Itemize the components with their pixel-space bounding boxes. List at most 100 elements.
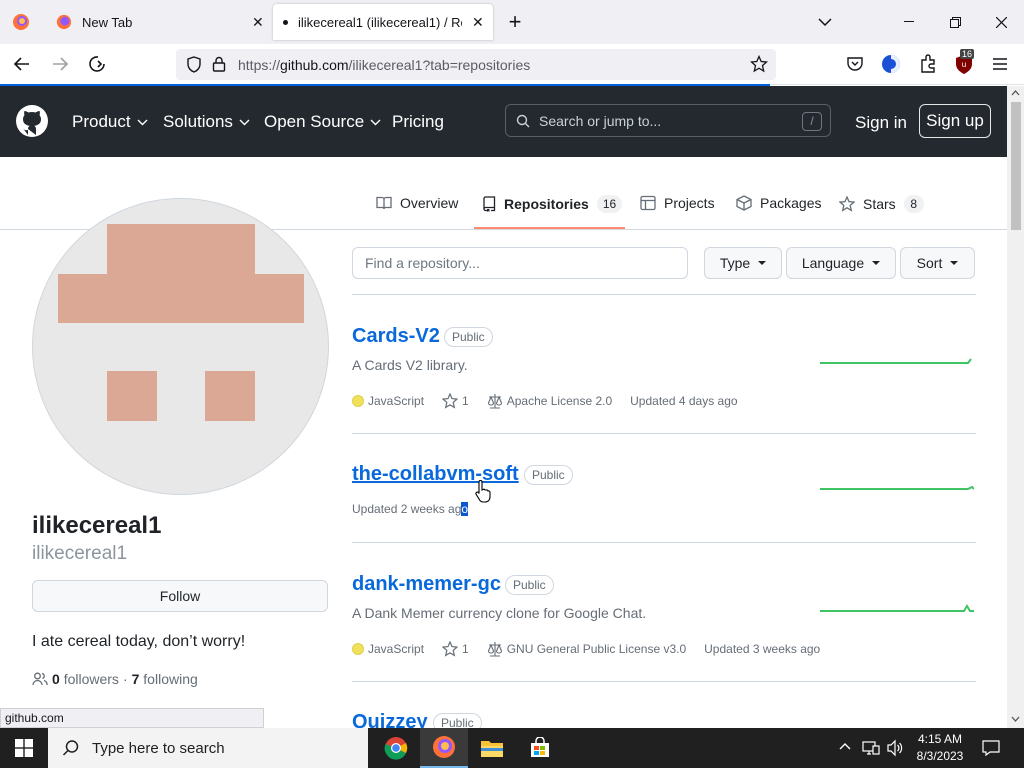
nav-solutions[interactable]: Solutions bbox=[163, 112, 250, 132]
url-path: /ilikecereal1?tab=repositories bbox=[348, 57, 531, 73]
ublock-extension-button[interactable]: u 16 bbox=[954, 49, 975, 75]
page-scrollbar[interactable] bbox=[1007, 86, 1024, 728]
repo-license: Apache License 2.0 bbox=[487, 393, 612, 409]
star-icon bbox=[442, 393, 459, 409]
law-scale-icon bbox=[487, 394, 502, 409]
search-icon bbox=[516, 114, 530, 128]
pocket-button[interactable] bbox=[846, 55, 864, 73]
language-filter-button[interactable]: Language bbox=[786, 247, 896, 279]
sign-in-link[interactable]: Sign in bbox=[855, 113, 907, 133]
restore-button[interactable] bbox=[932, 0, 978, 44]
repo-name-link[interactable]: Cards-V2 bbox=[352, 325, 440, 348]
followers-count: 0 bbox=[52, 671, 60, 687]
url-text[interactable]: https://github.com/ilikecereal1?tab=repo… bbox=[238, 57, 530, 73]
repo-stars-link[interactable]: 1 bbox=[442, 641, 469, 657]
repo-updated: Updated 4 days ago bbox=[630, 394, 738, 408]
following-link[interactable]: 7 following bbox=[132, 671, 198, 687]
notification-icon bbox=[982, 740, 1000, 757]
url-bar[interactable]: https://github.com/ilikecereal1?tab=repo… bbox=[176, 49, 776, 80]
start-button[interactable] bbox=[0, 728, 48, 768]
sort-filter-button[interactable]: Sort bbox=[900, 247, 975, 279]
nav-solutions-label: Solutions bbox=[163, 112, 233, 131]
scrollbar-thumb[interactable] bbox=[1011, 102, 1021, 230]
github-search-input[interactable]: Search or jump to... / bbox=[505, 104, 831, 137]
network-status[interactable] bbox=[862, 740, 880, 756]
taskbar-search-placeholder: Type here to search bbox=[92, 739, 225, 757]
tab-packages-label: Packages bbox=[760, 195, 822, 211]
follow-button[interactable]: Follow bbox=[32, 580, 328, 612]
link-status-bar: github.com bbox=[0, 708, 264, 728]
app-menu-button[interactable] bbox=[992, 57, 1008, 71]
list-all-tabs-button[interactable] bbox=[802, 0, 848, 44]
repo-stars-link[interactable]: 1 bbox=[442, 393, 469, 409]
tab-repositories[interactable]: Repositories 16 bbox=[482, 195, 623, 213]
speaker-icon bbox=[887, 739, 903, 757]
activity-sparkline bbox=[820, 604, 974, 612]
language-color-dot bbox=[352, 643, 364, 655]
scroll-up-arrow-icon[interactable] bbox=[1011, 90, 1020, 96]
new-tab-button[interactable]: + bbox=[500, 0, 530, 44]
lock-icon[interactable] bbox=[212, 56, 226, 72]
tab-new-tab[interactable]: New Tab ✕ bbox=[44, 0, 269, 44]
scroll-down-arrow-icon[interactable] bbox=[1011, 716, 1020, 722]
stop-loading-icon bbox=[89, 56, 105, 72]
tab-stars[interactable]: Stars 8 bbox=[839, 195, 924, 213]
sign-up-button[interactable]: Sign up bbox=[919, 104, 991, 138]
forward-button[interactable] bbox=[50, 54, 70, 74]
github-logo-link[interactable] bbox=[16, 105, 48, 137]
taskbar-clock[interactable]: 4:15 AM 8/3/2023 bbox=[912, 731, 968, 765]
find-repository-input[interactable]: Find a repository... bbox=[352, 247, 688, 279]
repo-meta: JavaScript 1 Apache License 2.0 Updated … bbox=[352, 393, 756, 409]
back-arrow-icon bbox=[13, 57, 29, 71]
tab-projects-label: Projects bbox=[664, 195, 715, 211]
volume-control[interactable] bbox=[886, 739, 904, 757]
tab-projects[interactable]: Projects bbox=[640, 195, 715, 211]
taskbar-chrome[interactable] bbox=[372, 728, 420, 768]
firefox-icon bbox=[56, 14, 72, 30]
notification-center-button[interactable] bbox=[982, 739, 1000, 757]
followers-link[interactable]: 0 followers bbox=[52, 671, 119, 687]
following-label: following bbox=[143, 671, 198, 687]
account-avatar-button[interactable] bbox=[881, 54, 901, 74]
repo-meta: JavaScript 1 GNU General Public License … bbox=[352, 641, 838, 657]
tracking-protection-shield-icon[interactable] bbox=[186, 56, 202, 73]
minimize-button[interactable] bbox=[886, 0, 932, 44]
avatar[interactable] bbox=[32, 198, 329, 495]
taskbar-firefox[interactable] bbox=[420, 728, 468, 768]
nav-product[interactable]: Product bbox=[72, 112, 148, 132]
taskbar-file-explorer[interactable] bbox=[468, 728, 516, 768]
search-placeholder: Search or jump to... bbox=[539, 113, 662, 129]
firefox-icon bbox=[433, 736, 455, 758]
tab-close-icon[interactable]: ✕ bbox=[472, 14, 484, 31]
extensions-button[interactable] bbox=[919, 54, 937, 74]
type-filter-button[interactable]: Type bbox=[704, 247, 782, 279]
caret-down-icon bbox=[872, 261, 881, 265]
firefox-menu-tab[interactable] bbox=[0, 0, 42, 44]
repo-name-link[interactable]: the-collabvm-soft bbox=[352, 463, 519, 486]
book-icon bbox=[376, 196, 392, 210]
close-icon bbox=[995, 16, 1007, 28]
stop-loading-button[interactable] bbox=[88, 55, 106, 73]
tab-overview[interactable]: Overview bbox=[376, 195, 458, 211]
activity-sparkline bbox=[820, 485, 974, 490]
back-button[interactable] bbox=[12, 54, 32, 74]
taskbar-search-box[interactable]: Type here to search bbox=[48, 728, 368, 768]
url-prefix: https:// bbox=[238, 57, 281, 73]
nav-pricing[interactable]: Pricing bbox=[392, 112, 444, 132]
store-bag-icon bbox=[531, 737, 549, 757]
close-window-button[interactable] bbox=[978, 0, 1024, 44]
show-hidden-icons-button[interactable] bbox=[839, 742, 851, 750]
tab-repositories-label: Repositories bbox=[504, 196, 589, 212]
following-count: 7 bbox=[131, 671, 140, 687]
plus-icon: + bbox=[508, 9, 522, 34]
tab-close-icon[interactable]: ✕ bbox=[252, 14, 264, 31]
repo-name-link[interactable]: dank-memer-gc bbox=[352, 573, 501, 596]
bookmark-star-button[interactable] bbox=[750, 55, 768, 73]
tab-github-repos[interactable]: ilikecereal1 (ilikecereal1) / Repo ✕ bbox=[273, 4, 493, 40]
tab-packages[interactable]: Packages bbox=[736, 195, 821, 211]
active-tab-underline bbox=[474, 227, 625, 229]
repo-language: JavaScript bbox=[352, 642, 424, 656]
selected-text: o bbox=[461, 502, 469, 516]
nav-open-source[interactable]: Open Source bbox=[264, 112, 381, 132]
taskbar-store[interactable] bbox=[516, 728, 564, 768]
